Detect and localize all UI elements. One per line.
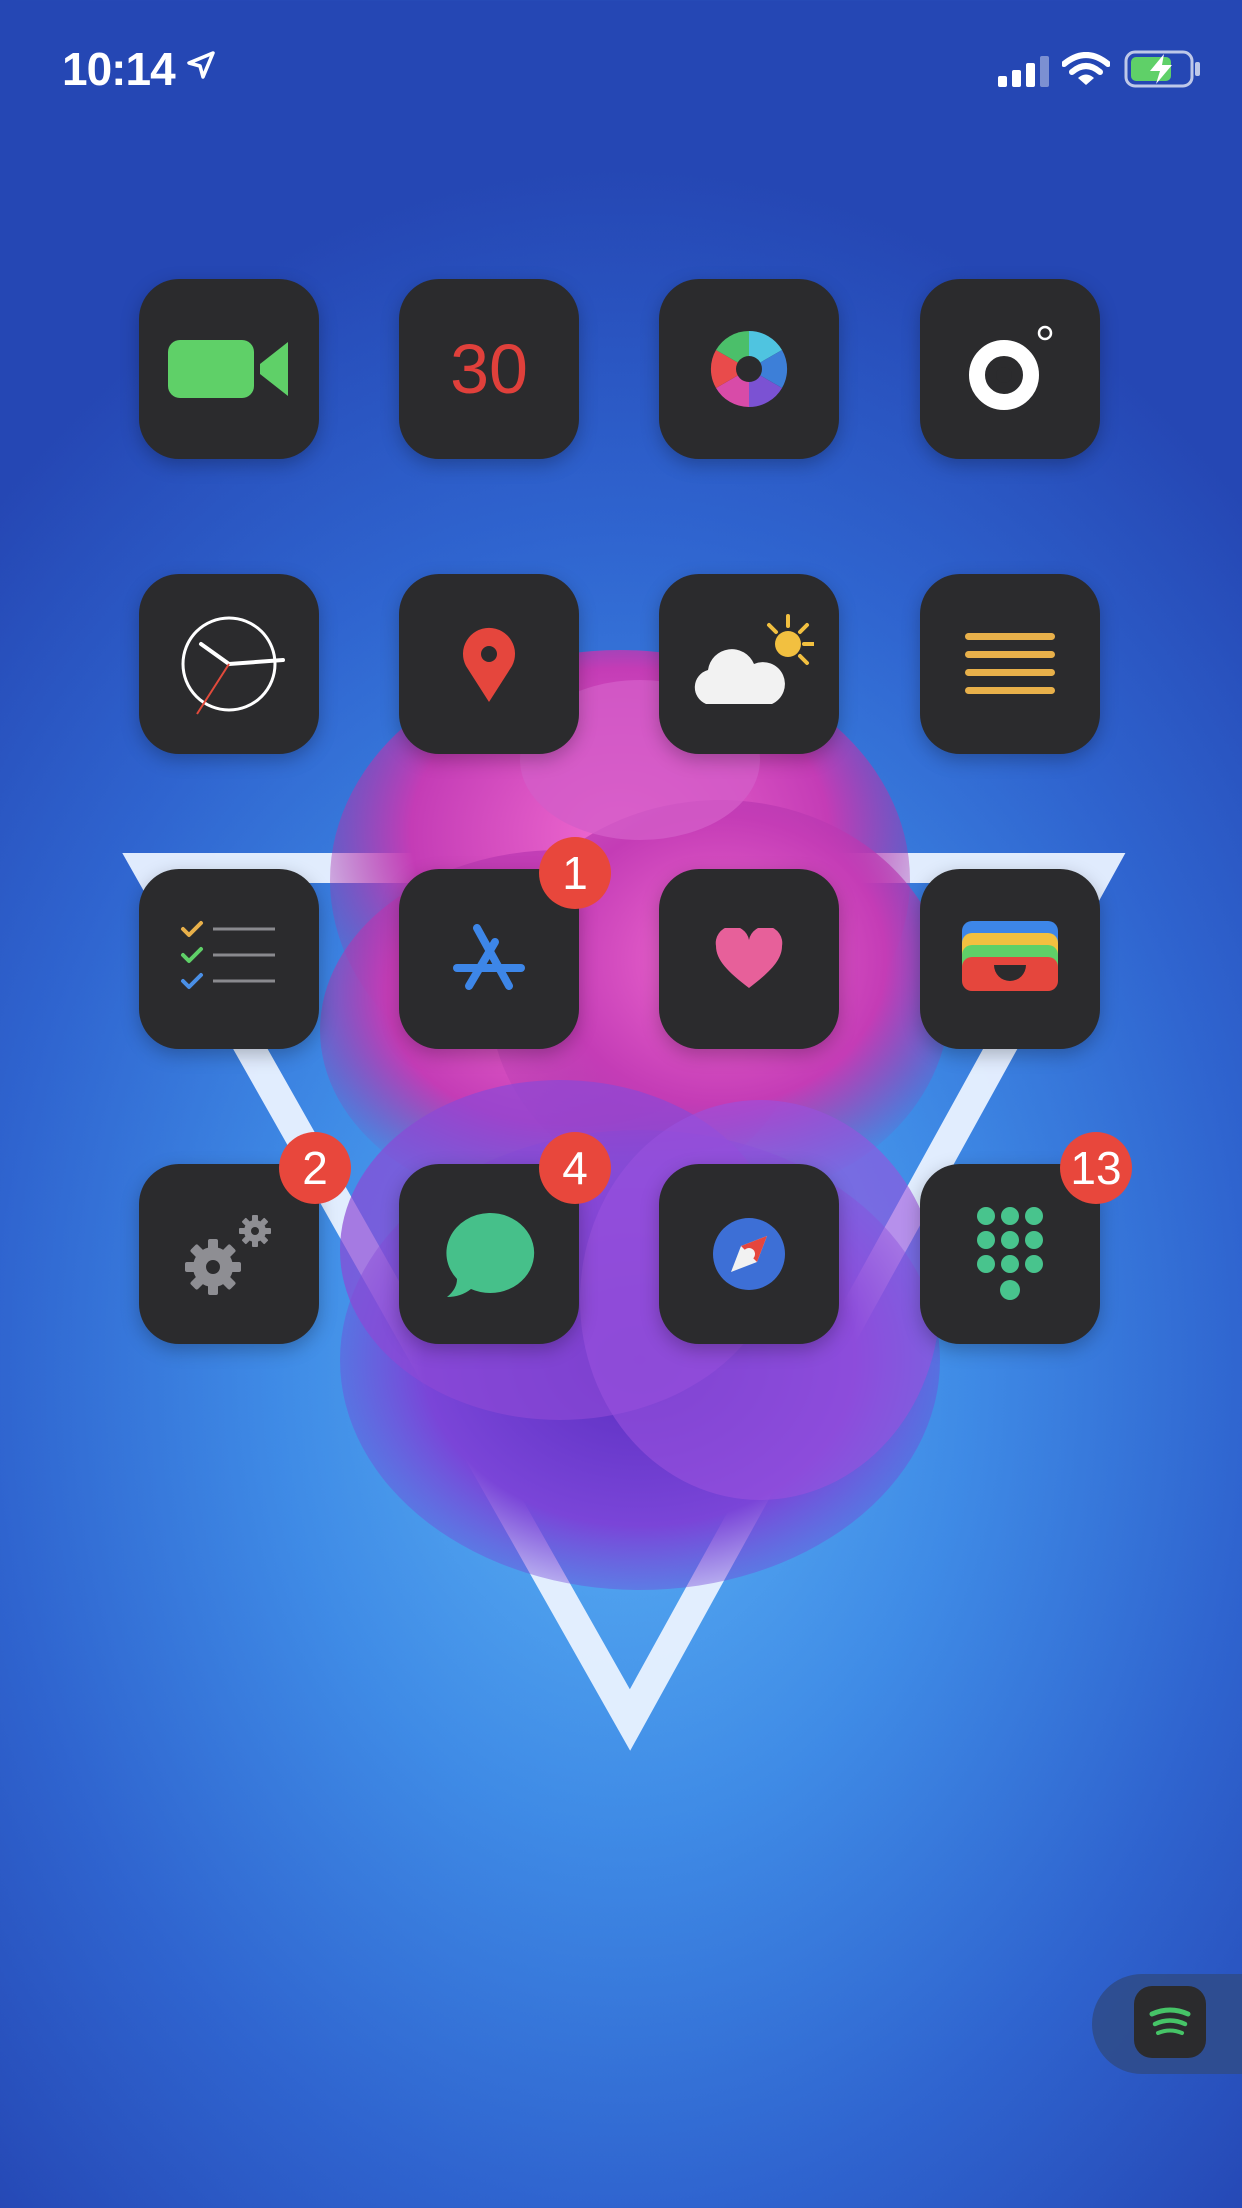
battery-charging-icon [1124,50,1200,88]
phone-app[interactable]: 13 [920,1132,1132,1344]
clock-face-icon [181,616,285,715]
calendar-app[interactable]: 30 [399,279,579,459]
wifi-icon [1062,52,1110,85]
notes-app[interactable] [920,574,1100,754]
spotify-app[interactable] [1134,1986,1206,2058]
compass-icon [713,1218,785,1290]
keypad-icon [977,1207,1043,1300]
facetime-app[interactable] [139,279,319,459]
settings-app[interactable]: 2 [139,1132,351,1344]
calendar-day-number: 30 [450,330,528,408]
reminders-app[interactable] [139,869,319,1049]
gears-icon [185,1215,271,1295]
heart-icon [715,928,783,988]
spotify-icon [1149,2007,1191,2035]
phone-badge: 13 [1060,1132,1132,1204]
notes-lines-icon [965,633,1055,694]
location-arrow-icon [187,51,215,79]
status-time: 10:14 [62,43,176,95]
cellular-signal-icon [998,56,1049,87]
weather-app[interactable] [659,574,839,754]
app-store-app[interactable]: 1 [399,837,611,1049]
map-pin-icon [463,627,515,702]
messages-badge: 4 [539,1132,611,1204]
settings-badge: 2 [279,1132,351,1204]
camera-app[interactable] [920,279,1100,459]
photos-app[interactable] [659,279,839,459]
messages-app[interactable]: 4 [399,1132,611,1344]
wallet-cards-icon [962,921,1058,991]
clock-app[interactable] [139,574,319,754]
message-bubble-icon [446,1212,535,1297]
camera-lens-icon [969,325,1053,410]
app-store-badge: 1 [539,837,611,909]
wallet-app[interactable] [920,869,1100,1049]
app-store-icon [453,924,525,990]
facetime-icon [168,340,288,398]
maps-app[interactable] [399,574,579,754]
checklist-icon [181,921,275,989]
status-bar: 10:14 [0,0,1242,140]
health-app[interactable] [659,869,839,1049]
weather-partly-sunny-icon [694,614,814,704]
photos-aperture-icon [710,330,788,408]
safari-app[interactable] [659,1164,839,1344]
